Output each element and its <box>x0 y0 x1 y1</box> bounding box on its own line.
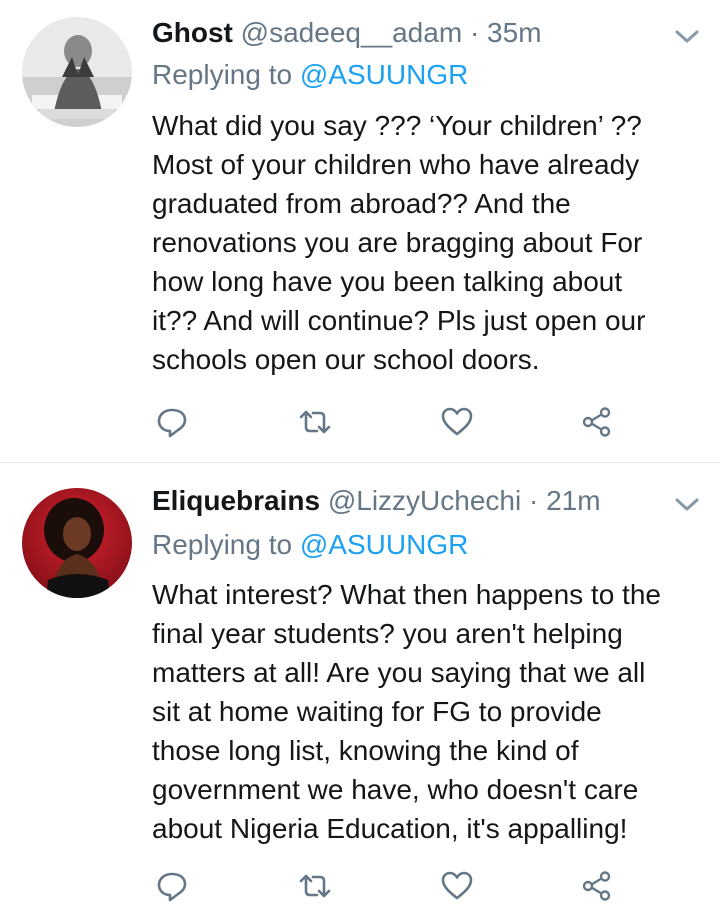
tweet-text-line: renovations you are bragging about For <box>152 227 643 258</box>
retweet-button[interactable] <box>295 402 335 442</box>
avatar[interactable] <box>22 17 132 127</box>
like-button[interactable] <box>437 402 477 442</box>
display-name[interactable]: Eliquebrains <box>152 485 320 516</box>
replying-to: Replying to @ASUUNGR <box>152 58 468 92</box>
share-icon <box>582 407 611 437</box>
replying-to: Replying to @ASUUNGR <box>152 528 468 562</box>
reply-icon <box>157 872 187 902</box>
replying-label: Replying to <box>152 529 293 560</box>
tweet-text-line: it?? And will continue? Pls just open ou… <box>152 305 646 336</box>
tweet-header: Ghost @sadeeq__adam · 35m <box>152 16 542 50</box>
replying-handle-link[interactable]: @ASUUNGR <box>300 529 468 560</box>
tweet[interactable]: Eliquebrains @LizzyUchechi · 21m Replyin… <box>0 463 720 921</box>
replying-handle-link[interactable]: @ASUUNGR <box>300 59 468 90</box>
share-button[interactable] <box>577 402 617 442</box>
tweet-text-line: about Nigeria Education, it's appalling! <box>152 813 628 844</box>
display-name[interactable]: Ghost <box>152 17 233 48</box>
chevron-down-icon[interactable] <box>672 26 702 48</box>
tweet-text-line: schools open our school doors. <box>152 344 540 375</box>
tweet-text-line: matters at all! Are you saying that we a… <box>152 657 646 688</box>
reply-icon <box>157 408 187 438</box>
avatar[interactable] <box>22 488 132 598</box>
retweet-icon <box>299 410 331 434</box>
like-icon <box>441 407 473 436</box>
tweet-header: Eliquebrains @LizzyUchechi · 21m <box>152 484 601 518</box>
retweet-button[interactable] <box>295 866 335 906</box>
tweet-text-line: graduated from abroad?? And the <box>152 188 571 219</box>
tweet-text-line: how long have you been talking about <box>152 266 623 297</box>
tweet-text-line: government we have, who doesn't care <box>152 774 639 805</box>
timestamp[interactable]: 35m <box>487 17 541 48</box>
tweet-text-line: sit at home waiting for FG to provide <box>152 696 602 727</box>
tweet[interactable]: Ghost @sadeeq__adam · 35m Replying to @A… <box>0 0 720 462</box>
like-button[interactable] <box>437 866 477 906</box>
share-button[interactable] <box>577 866 617 906</box>
avatar-image <box>22 17 132 127</box>
avatar-image <box>22 488 132 598</box>
user-handle[interactable]: @sadeeq__adam <box>241 17 462 48</box>
tweet-text: What did you say ??? ‘Your children’ ?? … <box>152 106 712 379</box>
tweet-text-line: What did you say ??? ‘Your children’ ?? <box>152 110 642 141</box>
tweet-text: What interest? What then happens to the … <box>152 575 712 848</box>
timestamp[interactable]: 21m <box>546 485 600 516</box>
separator-dot: · <box>469 17 480 48</box>
tweet-text-line: Most of your children who have already <box>152 149 640 180</box>
retweet-icon <box>299 874 331 898</box>
tweet-text-line: those long list, knowing the kind of <box>152 735 579 766</box>
tweet-text-line: final year students? you aren't helping <box>152 618 623 649</box>
reply-button[interactable] <box>152 866 192 906</box>
separator-dot: · <box>528 485 539 516</box>
user-handle[interactable]: @LizzyUchechi <box>328 485 521 516</box>
reply-button[interactable] <box>152 402 192 442</box>
tweet-actions <box>0 866 720 906</box>
tweet-text-line: What interest? What then happens to the <box>152 579 661 610</box>
share-icon <box>582 871 611 901</box>
like-icon <box>441 871 473 900</box>
tweet-actions <box>0 402 720 442</box>
chevron-down-icon[interactable] <box>672 494 702 516</box>
replying-label: Replying to <box>152 59 293 90</box>
